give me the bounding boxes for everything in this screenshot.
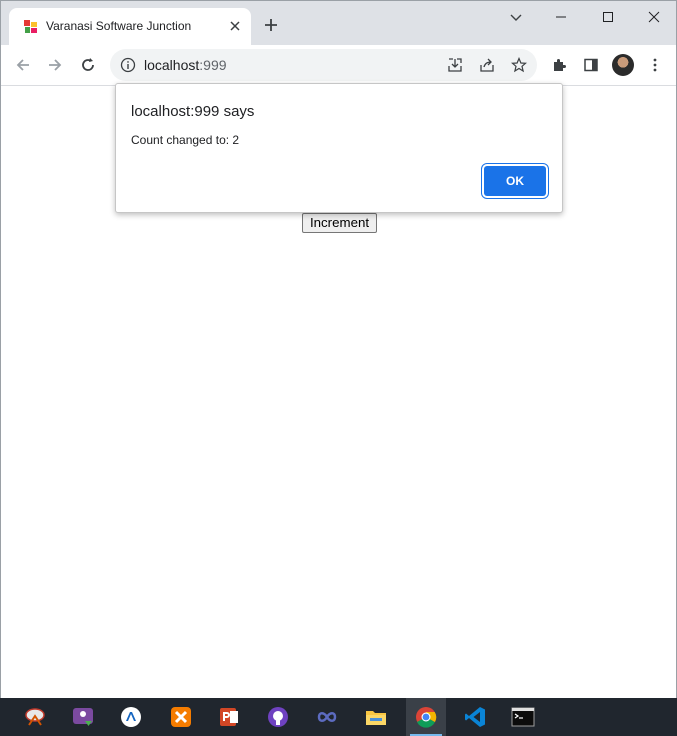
terminal-icon	[511, 707, 535, 727]
browser-toolbar: localhost:999	[1, 45, 676, 86]
bookmark-star-icon[interactable]	[511, 57, 527, 73]
url-host: localhost	[144, 57, 200, 73]
new-tab-icon[interactable]	[263, 17, 279, 33]
browser-window: Varanasi Software Junction localhost:999…	[0, 0, 677, 698]
more-menu-icon[interactable]	[647, 57, 663, 73]
close-tab-icon[interactable]	[227, 18, 243, 34]
url-text: localhost:999	[144, 57, 227, 73]
colorful-squares-icon	[24, 20, 37, 33]
ok-button[interactable]: OK	[484, 166, 546, 196]
infinity-app-icon	[317, 712, 337, 722]
dialog-message: Count changed to: 2	[131, 133, 240, 147]
install-app-icon[interactable]	[447, 57, 463, 73]
chrome-icon	[416, 707, 437, 728]
forward-arrow-icon[interactable]	[46, 56, 64, 74]
xampp-icon	[171, 707, 191, 727]
minimize-icon[interactable]	[553, 9, 569, 25]
taskbar-chrome[interactable]	[406, 698, 446, 736]
alert-dialog: localhost:999 says Count changed to: 2 O…	[115, 83, 563, 213]
increment-button[interactable]: Increment	[302, 213, 377, 233]
taskbar-vscode[interactable]	[455, 698, 495, 736]
profile-avatar[interactable]	[612, 54, 634, 76]
side-panel-icon[interactable]	[583, 57, 599, 73]
tab-title: Varanasi Software Junction	[46, 19, 192, 33]
taskbar-infinity-app[interactable]	[307, 698, 347, 736]
close-window-icon[interactable]	[646, 9, 662, 25]
taskbar	[0, 698, 677, 736]
powerpoint-icon	[220, 708, 238, 726]
taskbar-terminal[interactable]	[503, 698, 543, 736]
taskbar-xampp[interactable]	[161, 698, 201, 736]
vscode-icon	[465, 707, 485, 727]
snipping-tool-icon	[25, 708, 45, 726]
tab-strip: Varanasi Software Junction	[1, 1, 676, 45]
maximize-icon[interactable]	[600, 9, 616, 25]
taskbar-teams[interactable]	[63, 698, 103, 736]
site-info-icon[interactable]	[120, 57, 136, 73]
taskbar-github[interactable]	[258, 698, 298, 736]
url-port: :999	[199, 57, 227, 73]
taskbar-powerpoint[interactable]	[209, 698, 249, 736]
tab-search-chevron-icon[interactable]	[508, 9, 524, 25]
taskbar-snipping-tool[interactable]	[15, 698, 55, 736]
reload-icon[interactable]	[79, 56, 97, 74]
edge-dev-icon	[121, 707, 141, 727]
teams-icon	[73, 708, 93, 726]
back-arrow-icon[interactable]	[14, 56, 32, 74]
browser-tab[interactable]: Varanasi Software Junction	[9, 8, 251, 45]
dialog-title: localhost:999 says	[131, 103, 255, 120]
github-icon	[268, 707, 288, 727]
taskbar-edge-dev[interactable]	[111, 698, 151, 736]
address-bar[interactable]: localhost:999	[110, 49, 537, 81]
share-icon[interactable]	[479, 57, 495, 73]
file-explorer-icon	[366, 711, 386, 725]
extensions-puzzle-icon[interactable]	[551, 57, 567, 73]
taskbar-file-explorer[interactable]	[356, 698, 396, 736]
